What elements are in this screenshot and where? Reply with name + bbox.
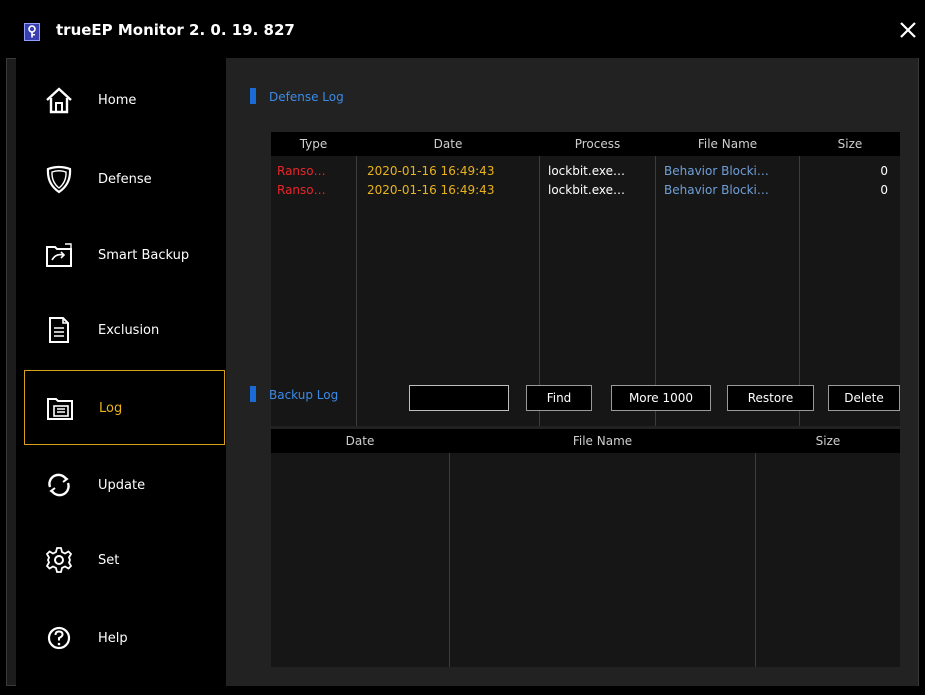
app-logo-icon (24, 23, 40, 41)
sidebar-item-update[interactable]: Update (24, 448, 225, 523)
column-header-size[interactable]: Size (756, 434, 900, 448)
cell-size[interactable]: 0 (800, 183, 888, 197)
folder-backup-icon (44, 240, 74, 270)
sidebar-item-help[interactable]: Help (24, 601, 225, 676)
find-button[interactable]: Find (526, 385, 592, 411)
sidebar-item-label: Smart Backup (98, 248, 190, 263)
cell-file-name[interactable]: Behavior Blocki… (664, 164, 769, 178)
sidebar-item-defense[interactable]: Defense (24, 142, 225, 217)
column-header-type[interactable]: Type (271, 137, 356, 151)
column-divider (356, 156, 357, 426)
sidebar-item-smart-backup[interactable]: Smart Backup (24, 218, 225, 293)
sidebar: Home Defense Smart Backup Exclusion Log … (16, 58, 226, 686)
table-header: Type Date Process File Name Size (271, 132, 900, 156)
cell-type[interactable]: Ranso… (277, 183, 326, 197)
cell-type[interactable]: Ranso… (277, 164, 326, 178)
backup-search-input[interactable] (409, 385, 509, 411)
main-panel: Defense Log Type Date Process File Name … (226, 58, 918, 686)
sidebar-item-label: Defense (98, 172, 152, 187)
sidebar-item-label: Set (98, 553, 120, 568)
sidebar-item-label: Exclusion (98, 323, 160, 338)
sidebar-item-label: Home (98, 93, 137, 108)
column-divider (449, 453, 450, 667)
sidebar-item-set[interactable]: Set (24, 523, 225, 598)
defense-log-table[interactable]: Type Date Process File Name Size Ranso… … (271, 132, 900, 426)
document-icon (44, 315, 74, 345)
cell-date[interactable]: 2020-01-16 16:49:43 (367, 183, 494, 197)
column-header-process[interactable]: Process (540, 137, 655, 151)
cell-date[interactable]: 2020-01-16 16:49:43 (367, 164, 494, 178)
window-title: trueEP Monitor 2. 0. 19. 827 (56, 21, 295, 39)
help-icon (44, 623, 74, 653)
table-header: Date File Name Size (271, 429, 900, 453)
column-header-file-name[interactable]: File Name (450, 434, 755, 448)
cell-process[interactable]: lockbit.exe… (548, 164, 625, 178)
close-icon[interactable] (896, 18, 920, 42)
sidebar-item-log[interactable]: Log (24, 370, 225, 445)
sidebar-item-home[interactable]: Home (24, 63, 225, 138)
column-header-date[interactable]: Date (357, 137, 539, 151)
backup-log-title: Backup Log (269, 388, 339, 402)
column-header-size[interactable]: Size (800, 137, 900, 151)
defense-log-title: Defense Log (269, 90, 344, 104)
column-divider (755, 453, 756, 667)
home-icon (44, 85, 74, 115)
cell-file-name[interactable]: Behavior Blocki… (664, 183, 769, 197)
log-folder-icon (45, 393, 75, 423)
cell-process[interactable]: lockbit.exe… (548, 183, 625, 197)
title-bar: trueEP Monitor 2. 0. 19. 827 (0, 0, 925, 58)
backup-log-table[interactable]: Date File Name Size (271, 429, 900, 667)
restore-button[interactable]: Restore (727, 385, 814, 411)
more-1000-button[interactable]: More 1000 (611, 385, 711, 411)
cell-size[interactable]: 0 (800, 164, 888, 178)
column-header-file-name[interactable]: File Name (656, 137, 799, 151)
column-header-date[interactable]: Date (271, 434, 449, 448)
sidebar-item-exclusion[interactable]: Exclusion (24, 293, 225, 368)
sidebar-item-label: Update (98, 478, 146, 493)
shield-icon (44, 164, 74, 194)
delete-button[interactable]: Delete (828, 385, 900, 411)
section-marker (250, 88, 256, 104)
sidebar-item-label: Log (99, 401, 123, 416)
update-icon (44, 470, 74, 500)
gear-icon (44, 545, 74, 575)
sidebar-item-label: Help (98, 631, 128, 646)
section-marker (250, 386, 256, 402)
